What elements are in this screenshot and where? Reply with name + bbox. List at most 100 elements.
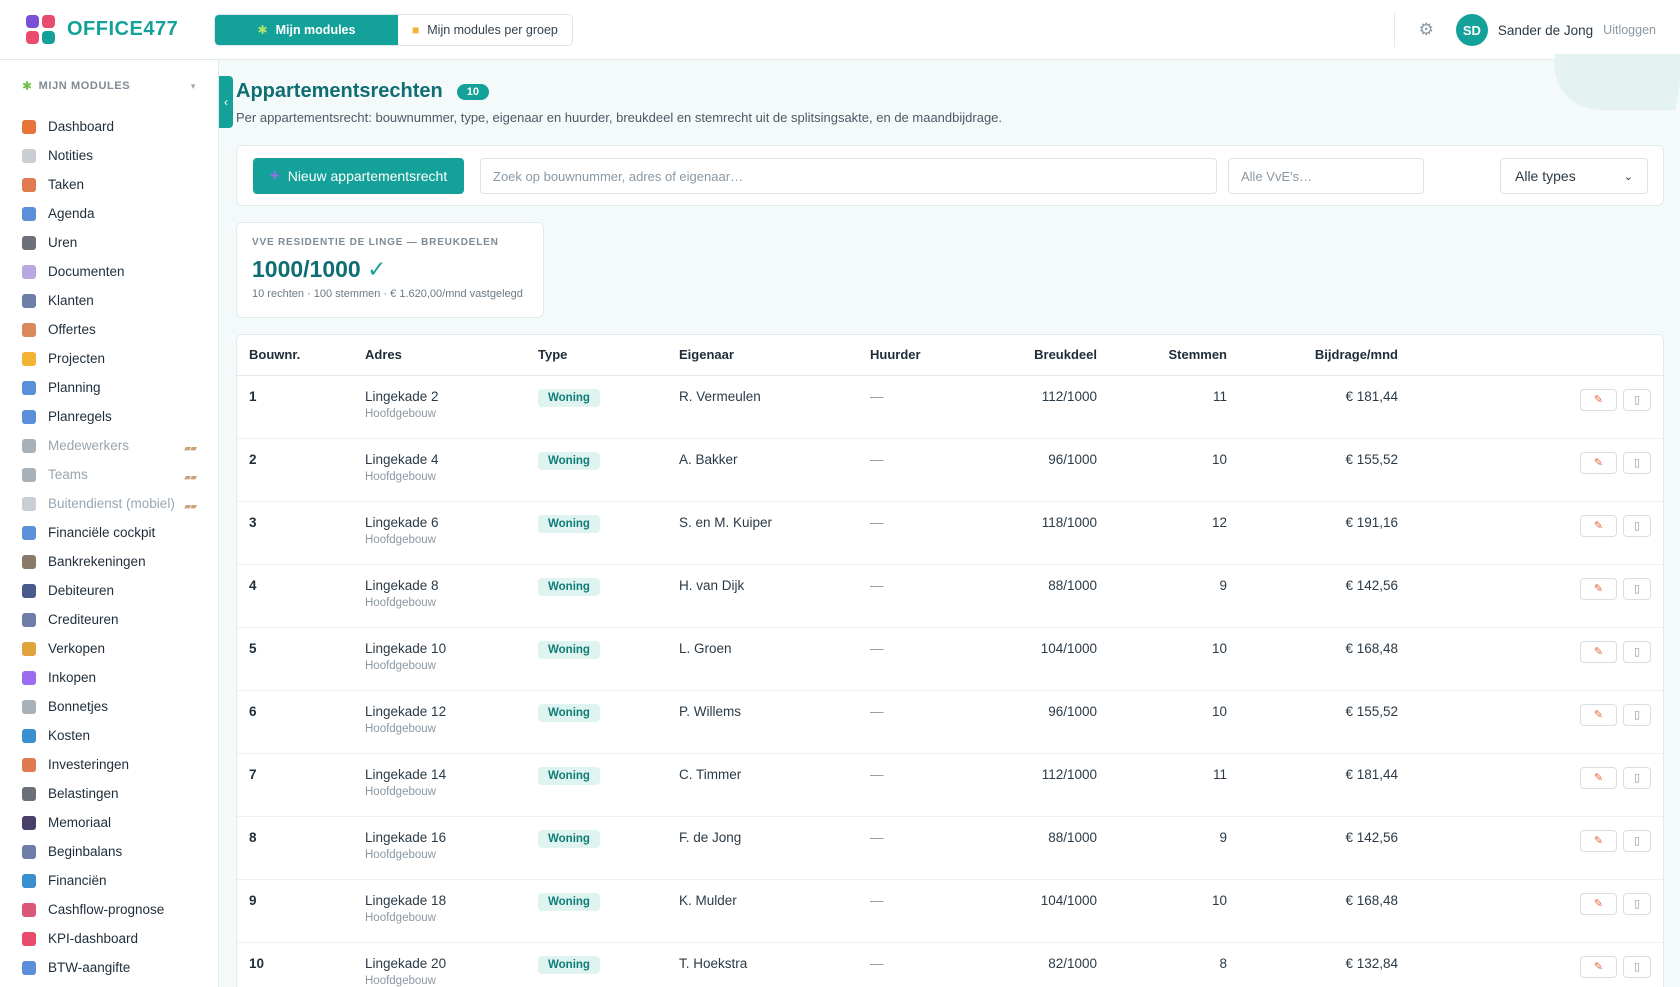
delete-button[interactable]: ▯ (1623, 955, 1651, 978)
col-breukdeel[interactable]: Breukdeel (971, 335, 1109, 376)
col-stemmen[interactable]: Stemmen (1109, 335, 1239, 376)
table-row[interactable]: 4 Lingekade 8 Hoofdgebouw Woning H. van Dijk… (237, 564, 1663, 628)
edit-button[interactable]: ✎ (1580, 640, 1617, 663)
col-type[interactable]: Type (526, 335, 667, 376)
col-bouwnr[interactable]: Bouwnr. (237, 335, 353, 376)
trash-icon: ▯ (1633, 646, 1641, 658)
sidebar-item-taken[interactable]: Taken (0, 170, 218, 199)
table-row[interactable]: 10 Lingekade 20 Hoofdgebouw Woning T. Hoekst… (237, 942, 1663, 987)
delete-button[interactable]: ▯ (1623, 388, 1651, 411)
sidebar-item-documenten[interactable]: Documenten (0, 257, 218, 286)
sidebar-item-debiteuren[interactable]: Debiteuren (0, 576, 218, 605)
delete-button[interactable]: ▯ (1623, 703, 1651, 726)
sidebar-item-label: Verkopen (48, 641, 106, 656)
sidebar-item-investeringen[interactable]: Investeringen (0, 750, 218, 779)
col-eigenaar[interactable]: Eigenaar (667, 335, 858, 376)
sidebar-item-planregels[interactable]: Planregels (0, 402, 218, 431)
cockpit-icon (22, 526, 36, 540)
breukdelen-card: VVE RESIDENTIE DE LINGE — BREUKDELEN 100… (236, 222, 544, 318)
edit-button[interactable]: ✎ (1580, 766, 1617, 789)
user-icon (22, 439, 36, 453)
page-title: Appartementsrechten (236, 80, 443, 102)
sidebar-item-planning[interactable]: Planning (0, 373, 218, 402)
sidebar-item-verkopen[interactable]: Verkopen (0, 634, 218, 663)
sidebar-item-bonnetjes[interactable]: Bonnetjes (0, 692, 218, 721)
sidebar-item-label: Agenda (48, 206, 95, 221)
table-row[interactable]: 6 Lingekade 12 Hoofdgebouw Woning P. Willems… (237, 690, 1663, 754)
table-row[interactable]: 3 Lingekade 6 Hoofdgebouw Woning S. en M. Ku… (237, 501, 1663, 565)
edit-button[interactable]: ✎ (1580, 514, 1617, 537)
delete-button[interactable]: ▯ (1623, 451, 1651, 474)
table-row[interactable]: 5 Lingekade 10 Hoofdgebouw Woning L. Groen —1… (237, 627, 1663, 691)
delete-button[interactable]: ▯ (1623, 829, 1651, 852)
cell-actions: ✎ ▯ (1410, 438, 1663, 502)
edit-button[interactable]: ✎ (1580, 577, 1617, 600)
sidebar-item-klanten[interactable]: Klanten (0, 286, 218, 315)
cell-stemmen: 10 (1109, 438, 1239, 502)
edit-button[interactable]: ✎ (1580, 892, 1617, 915)
tab-mijn-modules[interactable]: ✱ Mijn modules (215, 14, 398, 45)
delete-button[interactable]: ▯ (1623, 577, 1651, 600)
type-select[interactable]: Alle types ⌄ (1500, 158, 1648, 194)
clock-icon (22, 236, 36, 250)
table-row[interactable]: 1 Lingekade 2 Hoofdgebouw Woning R. Vermeule… (237, 375, 1663, 439)
vve-filter-input[interactable] (1228, 158, 1424, 194)
logout-link[interactable]: Uitloggen (1603, 23, 1656, 37)
delete-button[interactable]: ▯ (1623, 766, 1651, 789)
edit-button[interactable]: ✎ (1580, 955, 1617, 978)
table-row[interactable]: 9 Lingekade 18 Hoofdgebouw Woning K. Mulder —… (237, 879, 1663, 943)
sidebar-item-financiële-cockpit[interactable]: Financiële cockpit (0, 518, 218, 547)
collapse-sidebar-button[interactable]: ‹ (219, 76, 233, 128)
sidebar-item-btw-aangifte[interactable]: BTW-aangifte (0, 953, 218, 982)
sidebar-section-header[interactable]: ✱ MIJN MODULES ▾ (0, 60, 218, 112)
new-appartementsrecht-button[interactable]: + Nieuw appartementsrecht (253, 158, 464, 194)
sidebar-item-agenda[interactable]: Agenda (0, 199, 218, 228)
type-badge: Woning (538, 955, 600, 974)
tab-mijn-modules-per-groep[interactable]: ■ Mijn modules per groep (398, 14, 572, 45)
table-row[interactable]: 2 Lingekade 4 Hoofdgebouw Woning A. Bakker —9… (237, 438, 1663, 502)
sidebar-item-crediteuren[interactable]: Crediteuren (0, 605, 218, 634)
sidebar-item-belastingen[interactable]: Belastingen (0, 779, 218, 808)
brand-logo[interactable]: OFFICE477 (26, 15, 214, 44)
sidebar-item-dashboard[interactable]: Dashboard (0, 112, 218, 141)
cell-type: Woning (526, 816, 667, 880)
sidebar-item-offertes[interactable]: Offertes (0, 315, 218, 344)
col-adres[interactable]: Adres (353, 335, 526, 376)
edit-button[interactable]: ✎ (1580, 829, 1617, 852)
pencil-icon: ✎ (1593, 457, 1604, 469)
sidebar-item-notities[interactable]: Notities (0, 141, 218, 170)
search-input[interactable] (480, 158, 1217, 194)
cell-stemmen: 11 (1109, 375, 1239, 439)
col-bijdrage[interactable]: Bijdrage/mnd (1239, 335, 1410, 376)
sidebar-item-kosten[interactable]: Kosten (0, 721, 218, 750)
sidebar-item-projecten[interactable]: Projecten (0, 344, 218, 373)
sidebar-item-label: Inkopen (48, 670, 97, 685)
address-sub: Hoofdgebouw (365, 848, 436, 861)
sidebar-item-memoriaal[interactable]: Memoriaal (0, 808, 218, 837)
sidebar-item-beginbalans[interactable]: Beginbalans (0, 837, 218, 866)
table-row[interactable]: 8 Lingekade 16 Hoofdgebouw Woning F. de Jong… (237, 816, 1663, 880)
delete-button[interactable]: ▯ (1623, 892, 1651, 915)
address-sub: Hoofdgebouw (365, 659, 436, 672)
sidebar-item-medewerkers[interactable]: Medewerkers ▰▰ (0, 431, 218, 460)
sidebar-item-teams[interactable]: Teams ▰▰ (0, 460, 218, 489)
sidebar-item-kpi-dashboard[interactable]: KPI-dashboard (0, 924, 218, 953)
sidebar-item-uren[interactable]: Uren (0, 228, 218, 257)
sidebar-item-label: Crediteuren (48, 612, 119, 627)
cell-bouwnr: 7 (237, 753, 353, 817)
table-row[interactable]: 7 Lingekade 14 Hoofdgebouw Woning C. Timmer —… (237, 753, 1663, 817)
delete-button[interactable]: ▯ (1623, 640, 1651, 663)
sidebar-item-inkopen[interactable]: Inkopen (0, 663, 218, 692)
avatar[interactable]: SD (1455, 14, 1488, 46)
col-huurder[interactable]: Huurder (858, 335, 971, 376)
gear-icon[interactable]: ⚙ (1419, 20, 1434, 40)
sidebar-item-financiën[interactable]: Financiën (0, 866, 218, 895)
edit-button[interactable]: ✎ (1580, 388, 1617, 411)
sidebar-item-buitendienst-mobiel[interactable]: Buitendienst (mobiel) ▰▰ (0, 489, 218, 518)
cell-actions: ✎ ▯ (1410, 816, 1663, 880)
edit-button[interactable]: ✎ (1580, 703, 1617, 726)
delete-button[interactable]: ▯ (1623, 514, 1651, 537)
sidebar-item-bankrekeningen[interactable]: Bankrekeningen (0, 547, 218, 576)
edit-button[interactable]: ✎ (1580, 451, 1617, 474)
sidebar-item-cashflow-prognose[interactable]: Cashflow-prognose (0, 895, 218, 924)
